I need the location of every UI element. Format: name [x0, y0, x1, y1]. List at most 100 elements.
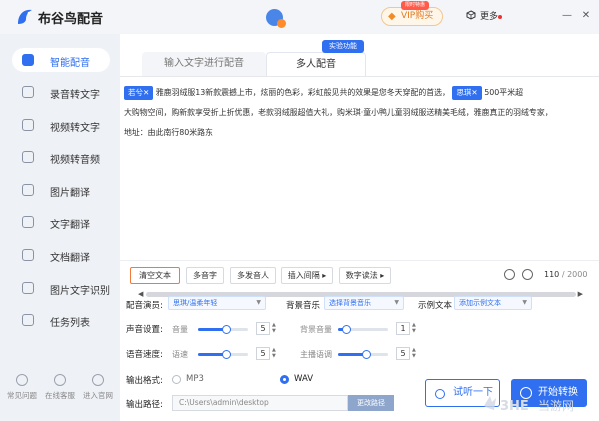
sidebar-item-label: 图片文字识别 — [50, 286, 110, 297]
format-wav-radio[interactable] — [280, 375, 289, 384]
sidebar-item-label: 文字翻译 — [50, 220, 90, 231]
slider-knob[interactable] — [341, 325, 351, 334]
speed-slider[interactable] — [198, 350, 248, 359]
spinner-icon[interactable]: ▲ ▼ — [412, 347, 416, 359]
faq-label: 常见问题 — [7, 391, 37, 400]
faq-link[interactable]: 常见问题 — [2, 374, 42, 401]
tab-multi-dub[interactable]: 多人配音 — [266, 52, 366, 76]
sample-label: 示例文本 — [418, 301, 453, 311]
svg-text:3HE: 3HE — [500, 399, 529, 414]
sidebar-item-label: 图片翻译 — [50, 188, 90, 199]
sample-value: 添加示例文本 — [459, 299, 501, 307]
list-icon — [22, 314, 34, 326]
image-icon — [22, 184, 34, 196]
speaker-tag-siqi[interactable]: 思琪✕ — [452, 86, 482, 100]
bg-volume-input[interactable]: 1 — [396, 322, 410, 335]
volume-slider[interactable] — [198, 325, 248, 334]
output-path-input[interactable]: C:\Users\admin\desktop — [172, 395, 348, 411]
sidebar-item-task-list[interactable]: 任务列表 — [12, 308, 110, 332]
text-editor[interactable]: 若兮✕ 雅鹿羽绒服13新款震撼上市，炫丽的色彩，彩虹般见共的效果是您冬天穿配的首… — [120, 76, 599, 298]
bg-volume-slider[interactable] — [338, 325, 388, 334]
smart-dub-icon — [22, 54, 34, 66]
slider-knob[interactable] — [361, 350, 371, 359]
editor-line: 地址：由此南行80米路东 — [124, 128, 213, 137]
multi-speaker-button[interactable]: 多发音人 — [230, 267, 276, 284]
redo-icon[interactable] — [522, 269, 533, 280]
path-label: 输出路径: — [126, 400, 163, 410]
cube-icon — [466, 10, 476, 20]
online-service-link[interactable]: 在线客服 — [40, 374, 80, 401]
editor-toolbar: 清空文本 多音字 多发音人 插入间隔 ▸ 数字读法 ▸ 110 / 2000 — [120, 260, 599, 288]
pitch-name: 主播语调 — [300, 350, 332, 359]
sidebar-item-label: 视频转音频 — [50, 155, 100, 166]
spinner-icon[interactable]: ▲ ▼ — [272, 322, 276, 334]
home-icon — [92, 374, 104, 386]
sidebar-item-image-translate[interactable]: 图片翻译 — [12, 178, 110, 202]
change-path-button[interactable]: 更改路径 — [348, 395, 394, 411]
spinner-icon[interactable]: ▲ ▼ — [412, 322, 416, 334]
website-link[interactable]: 进入官网 — [78, 374, 118, 401]
editor-text: 雅鹿羽绒服13新款震撼上市，炫丽的色彩，彩虹般见共的效果是您冬天穿配的首选， — [155, 88, 450, 97]
volume-name: 音量 — [172, 325, 188, 334]
minimize-button[interactable]: — — [561, 10, 573, 21]
help-icon — [16, 374, 28, 386]
vip-label: VIP购买 — [401, 11, 434, 21]
format-wav-label: WAV — [294, 374, 314, 384]
chevron-down-icon: ▼ — [522, 299, 527, 306]
sidebar-item-ocr[interactable]: 图片文字识别 — [12, 276, 110, 300]
polyphone-button[interactable]: 多音字 — [186, 267, 224, 284]
sidebar-item-video-to-text[interactable]: 视频转文字 — [12, 113, 110, 137]
editor-text: 500平米超 — [484, 88, 523, 97]
pitch-slider[interactable] — [338, 350, 388, 359]
sidebar-item-audio-to-text[interactable]: 录音转文字 — [12, 80, 110, 104]
spinner-icon[interactable]: ▲ ▼ — [272, 347, 276, 359]
sample-text-select[interactable]: 添加示例文本 ▼ — [454, 296, 532, 310]
pitch-input[interactable]: 5 — [396, 347, 410, 360]
char-counter: 110 / 2000 — [544, 270, 587, 279]
sidebar-item-text-translate[interactable]: 文字翻译 — [12, 210, 110, 234]
insert-pause-button[interactable]: 插入间隔 ▸ — [281, 267, 333, 284]
vip-promo-badge: 限时特惠 — [401, 1, 429, 10]
speed-input[interactable]: 5 — [256, 347, 270, 360]
editor-line: 大购物空间，购新款享受折上折优惠，老款羽绒服超值大礼，购米琪·童小鸭儿童羽绒服送… — [124, 108, 553, 117]
char-max: / 2000 — [559, 270, 588, 279]
editor-line: 若兮✕ 雅鹿羽绒服13新款震撼上市，炫丽的色彩，彩虹般见共的效果是您冬天穿配的首… — [124, 83, 523, 103]
volume-input[interactable]: 5 — [256, 322, 270, 335]
app-title: 布谷鸟配音 — [38, 12, 104, 27]
sidebar-item-smart-dub[interactable]: 智能配音 — [12, 48, 110, 72]
website-label: 进入官网 — [83, 391, 113, 400]
slider-knob[interactable] — [221, 325, 231, 334]
close-button[interactable]: ✕ — [580, 10, 592, 21]
video-icon — [22, 119, 34, 131]
text-icon — [22, 216, 34, 228]
more-menu[interactable]: 更多 — [480, 9, 498, 22]
speed-label: 语音速度: — [126, 350, 163, 360]
chevron-down-icon: ▼ — [256, 299, 261, 306]
sidebar-item-doc-translate[interactable]: 文档翻译 — [12, 243, 110, 267]
undo-icon[interactable] — [504, 269, 515, 280]
play-icon — [435, 389, 445, 399]
tab-single-dub[interactable]: 输入文字进行配音 — [142, 52, 266, 76]
bg-volume-name: 背景音量 — [300, 325, 332, 334]
voice-select[interactable]: 思琪/温柔年轻 ▼ — [168, 296, 266, 310]
sidebar-item-label: 视频转文字 — [50, 123, 100, 134]
clear-text-button[interactable]: 清空文本 — [130, 267, 180, 284]
mic-icon — [22, 86, 34, 98]
speaker-tag-ruoxi[interactable]: 若兮✕ — [124, 86, 154, 100]
avatar-badge — [277, 19, 286, 28]
logo-bird-icon — [18, 9, 32, 24]
sidebar-item-label: 文档翻译 — [50, 253, 90, 264]
service-icon — [54, 374, 66, 386]
volume-settings-label: 声音设置: — [126, 325, 163, 335]
slider-knob[interactable] — [221, 350, 231, 359]
sidebar-item-video-to-audio[interactable]: 视频转音频 — [12, 145, 110, 169]
format-mp3-radio[interactable] — [172, 375, 181, 384]
bgm-label: 背景音乐 — [286, 301, 321, 311]
service-label: 在线客服 — [45, 391, 75, 400]
chevron-down-icon: ▼ — [394, 299, 399, 306]
number-reading-button[interactable]: 数字读法 ▸ — [339, 267, 391, 284]
sidebar-item-label: 录音转文字 — [50, 90, 100, 101]
voice-value: 思琪/温柔年轻 — [173, 299, 218, 307]
bgm-select[interactable]: 选择背景音乐 ▼ — [324, 296, 404, 310]
sidebar-item-label: 智能配音 — [50, 58, 90, 69]
